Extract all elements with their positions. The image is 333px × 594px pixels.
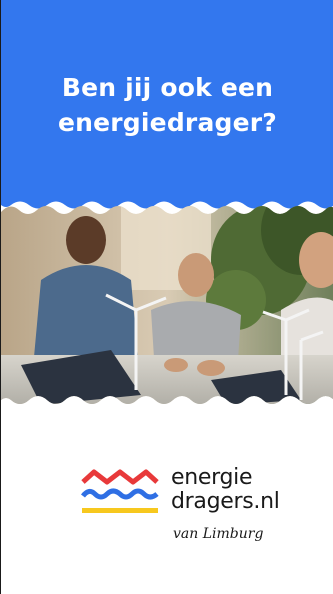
team-photo: [1, 206, 333, 404]
logo-wordmark: energie dragers.nl: [171, 466, 280, 514]
headline-line-1: Ben jij ook een: [61, 73, 274, 102]
ad-banner[interactable]: Ben jij ook een energiedrager? energie d…: [0, 0, 333, 594]
headline: Ben jij ook een energiedrager?: [1, 70, 333, 140]
headline-line-2: energiedrager?: [57, 108, 278, 137]
logo-wave-mark-icon: [81, 469, 159, 513]
logo-line-1: energie: [171, 465, 253, 490]
energiedragers-logo[interactable]: energie dragers.nl van Limburg: [81, 464, 301, 554]
logo-line-2: dragers.nl: [171, 489, 280, 514]
logo-subtitle: van Limburg: [173, 526, 264, 542]
